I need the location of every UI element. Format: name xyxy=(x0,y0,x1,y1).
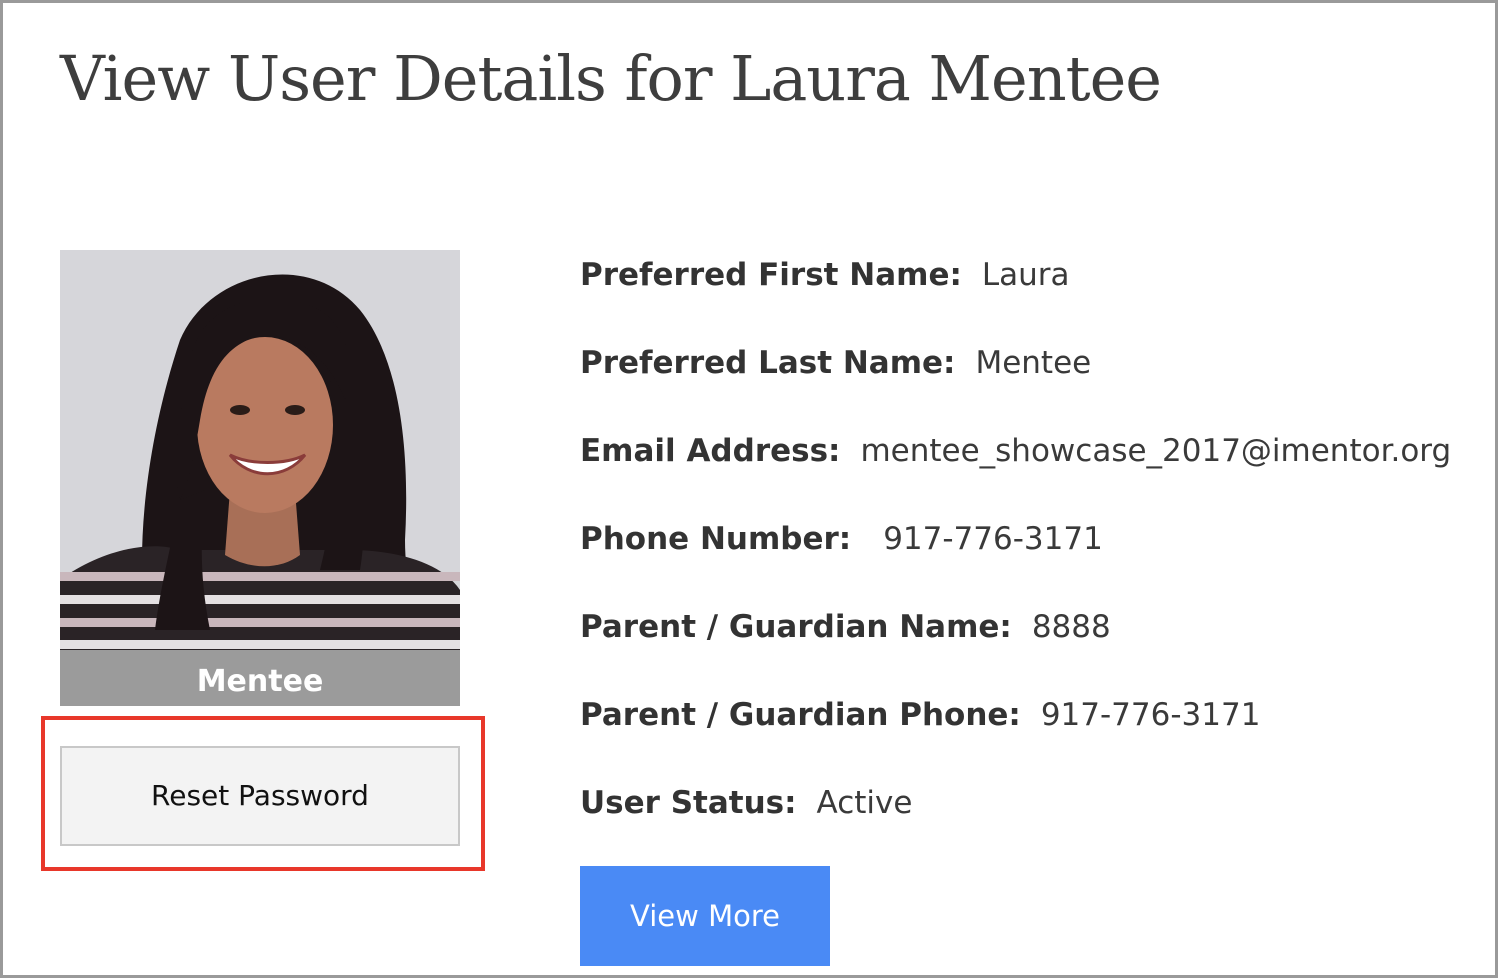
detail-label: User Status: xyxy=(580,785,797,821)
detail-value: Mentee xyxy=(975,345,1092,381)
role-label: Mentee xyxy=(60,650,460,706)
view-more-button[interactable]: View More xyxy=(580,866,830,966)
profile-photo xyxy=(60,250,460,650)
detail-label: Parent / Guardian Phone: xyxy=(580,697,1021,733)
detail-preferred-first-name: Preferred First Name: Laura xyxy=(580,250,1070,300)
detail-value: Laura xyxy=(981,257,1070,293)
page-title: View User Details for Laura Mentee xyxy=(60,42,1162,115)
detail-value: 917-776-3171 xyxy=(1040,697,1261,733)
detail-guardian-phone: Parent / Guardian Phone: 917-776-3171 xyxy=(580,690,1260,740)
reset-password-button[interactable]: Reset Password xyxy=(60,746,460,846)
detail-value: 8888 xyxy=(1031,609,1111,645)
detail-preferred-last-name: Preferred Last Name: Mentee xyxy=(580,338,1091,388)
detail-user-status: User Status: Active xyxy=(580,778,912,828)
detail-label: Preferred Last Name: xyxy=(580,345,956,381)
detail-label: Phone Number: xyxy=(580,521,852,557)
detail-phone-number: Phone Number: 917-776-3171 xyxy=(580,514,1103,564)
detail-guardian-name: Parent / Guardian Name: 8888 xyxy=(580,602,1111,652)
detail-email-address: Email Address: mentee_showcase_2017@iment… xyxy=(580,426,1451,476)
detail-label: Email Address: xyxy=(580,433,841,469)
detail-value: mentee_showcase_2017@imentor.org xyxy=(860,433,1452,469)
detail-value: Active xyxy=(816,785,913,821)
detail-value: 917-776-3171 xyxy=(883,521,1103,557)
detail-label: Parent / Guardian Name: xyxy=(580,609,1012,645)
profile-card: Mentee xyxy=(60,250,460,706)
profile-photo-image xyxy=(60,250,460,650)
detail-label: Preferred First Name: xyxy=(580,257,962,293)
